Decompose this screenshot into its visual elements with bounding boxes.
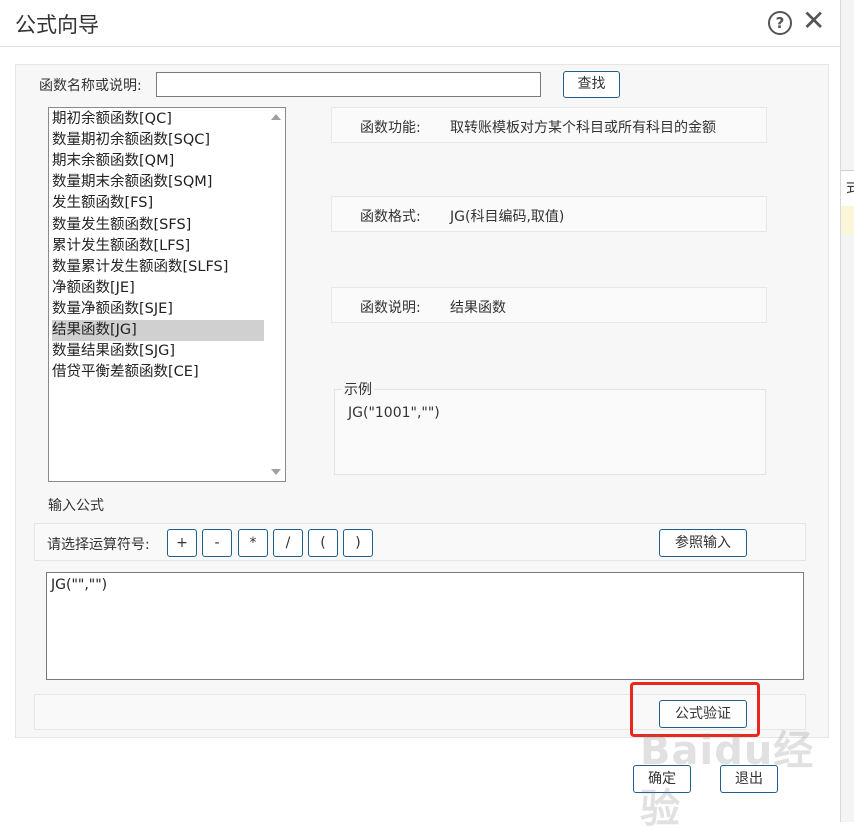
- dialog-titlebar: 公式向导 ? ✕: [0, 0, 840, 47]
- close-icon[interactable]: ✕: [802, 4, 825, 38]
- scroll-up-arrow-icon[interactable]: [271, 114, 281, 120]
- background-glyph: 式: [846, 178, 854, 196]
- function-list-item[interactable]: 数量累计发生额函数[SLFS]: [52, 257, 264, 278]
- function-list-item[interactable]: 期末余额函数[QM]: [52, 151, 264, 172]
- formula-section-label: 输入公式: [48, 498, 104, 514]
- function-list-item[interactable]: 累计发生额函数[LFS]: [52, 236, 264, 257]
- function-description-value: 结果函数: [450, 300, 506, 316]
- formula-wizard-dialog: 公式向导 ? ✕ 函数名称或说明: 查找 期初余额函数[QC] 数量期初余额函数[…: [0, 0, 841, 832]
- function-purpose-label: 函数功能:: [360, 120, 421, 136]
- example-legend: 示例: [342, 379, 374, 399]
- function-format-label: 函数格式:: [360, 209, 421, 225]
- example-fieldset: [334, 389, 766, 475]
- function-format-value: JG(科目编码,取值): [450, 209, 565, 225]
- function-description-box: 函数说明: 结果函数: [331, 287, 767, 323]
- function-purpose-value: 取转账模板对方某个科目或所有科目的金额: [450, 120, 716, 136]
- operator-label: 请选择运算符号:: [47, 537, 150, 553]
- function-list-item[interactable]: 借贷平衡差额函数[CE]: [52, 362, 264, 383]
- help-icon[interactable]: ?: [768, 11, 792, 35]
- function-description-label: 函数说明:: [360, 300, 421, 316]
- operator-divide-button[interactable]: /: [273, 529, 303, 557]
- operator-open-paren-button[interactable]: (: [308, 529, 338, 557]
- formula-textarea[interactable]: JG("",""): [46, 572, 804, 680]
- operator-minus-button[interactable]: -: [202, 529, 232, 557]
- function-list-item[interactable]: 数量净额函数[SJE]: [52, 299, 264, 320]
- dialog-title: 公式向导: [15, 13, 99, 37]
- search-label: 函数名称或说明:: [39, 78, 142, 94]
- function-format-box: 函数格式: JG(科目编码,取值): [331, 196, 767, 232]
- function-listbox[interactable]: 期初余额函数[QC] 数量期初余额函数[SQC] 期末余额函数[QM] 数量期末余额函…: [48, 107, 286, 482]
- operator-multiply-button[interactable]: *: [238, 529, 268, 557]
- function-list-item[interactable]: 发生额函数[FS]: [52, 193, 264, 214]
- search-input[interactable]: [156, 72, 541, 97]
- function-list-item[interactable]: 数量发生额函数[SFS]: [52, 215, 264, 236]
- baidu-watermark: Baidu经验: [640, 728, 815, 832]
- function-list-item[interactable]: 期初余额函数[QC]: [52, 109, 264, 130]
- function-list-item[interactable]: 结果函数[JG]: [52, 320, 264, 341]
- operator-plus-button[interactable]: +: [167, 529, 197, 557]
- example-code: JG("1001",""): [348, 405, 440, 421]
- function-list-item[interactable]: 数量结果函数[SJG]: [52, 341, 264, 362]
- function-list-item[interactable]: 净额函数[JE]: [52, 278, 264, 299]
- search-button[interactable]: 查找: [563, 71, 620, 98]
- scroll-down-arrow-icon[interactable]: [271, 469, 281, 475]
- function-list-item[interactable]: 数量期初余额函数[SQC]: [52, 130, 264, 151]
- function-purpose-box: 函数功能: 取转账模板对方某个科目或所有科目的金额: [331, 107, 767, 143]
- reference-input-button[interactable]: 参照输入: [659, 529, 747, 557]
- operator-close-paren-button[interactable]: ): [343, 529, 373, 557]
- function-list-item[interactable]: 数量期末余额函数[SQM]: [52, 172, 264, 193]
